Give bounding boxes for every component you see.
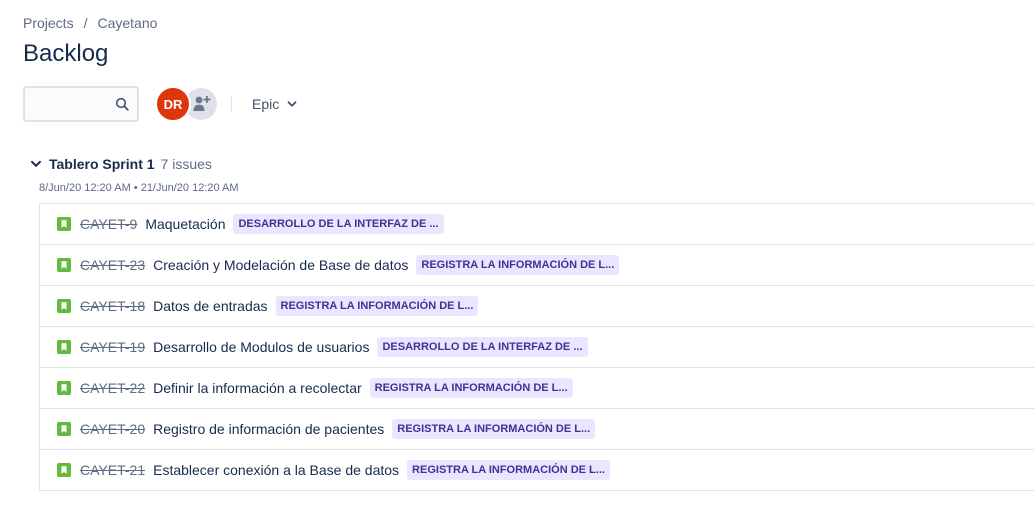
sprint-name: Tablero Sprint 1 — [49, 156, 155, 172]
issue-key[interactable]: CAYET-9 — [80, 216, 137, 232]
epic-lozenge[interactable]: REGISTRA LA INFORMACIÓN DE L... — [275, 296, 479, 316]
search-box[interactable] — [23, 86, 139, 122]
backlog-page: Projects / Cayetano Backlog DR Epic Tabl… — [0, 0, 1034, 505]
epic-lozenge[interactable]: DESARROLLO DE LA INTERFAZ DE ... — [377, 337, 588, 357]
issue-list: CAYET-9 Maquetación DESARROLLO DE LA INTER… — [39, 203, 1034, 491]
issue-row[interactable]: CAYET-18 Datos de entradas REGISTRA LA INF… — [40, 286, 1034, 327]
chevron-down-icon[interactable] — [30, 158, 42, 170]
issue-row[interactable]: CAYET-20 Registro de información de pacie… — [40, 409, 1034, 450]
epic-filter-dropdown[interactable]: Epic — [244, 92, 305, 116]
epic-lozenge[interactable]: REGISTRA LA INFORMACIÓN DE L... — [416, 255, 620, 275]
issue-key[interactable]: CAYET-22 — [80, 380, 145, 396]
story-icon — [57, 299, 71, 313]
story-icon — [57, 217, 71, 231]
issue-summary: Definir la información a recolectar — [153, 380, 362, 396]
issue-key[interactable]: CAYET-20 — [80, 421, 145, 437]
issue-key[interactable]: CAYET-18 — [80, 298, 145, 314]
issue-summary: Creación y Modelación de Base de datos — [153, 257, 409, 273]
issue-key[interactable]: CAYET-19 — [80, 339, 145, 355]
story-icon — [57, 422, 71, 436]
issue-row[interactable]: CAYET-19 Desarrollo de Modulos de usuario… — [40, 327, 1034, 368]
sprint-issue-count: 7 issues — [160, 156, 212, 172]
issue-summary: Establecer conexión a la Base de datos — [153, 462, 400, 478]
sprint-dates: 8/Jun/20 12:20 AM • 21/Jun/20 12:20 AM — [39, 182, 239, 194]
toolbar-divider — [231, 96, 232, 112]
epic-lozenge[interactable]: REGISTRA LA INFORMACIÓN DE L... — [369, 378, 573, 398]
toolbar: DR Epic — [23, 84, 305, 124]
breadcrumb: Projects / Cayetano — [23, 15, 157, 31]
breadcrumb-projects[interactable]: Projects — [23, 15, 74, 31]
epic-lozenge[interactable]: REGISTRA LA INFORMACIÓN DE L... — [407, 460, 610, 480]
issue-row[interactable]: CAYET-22 Definir la información a recolec… — [40, 368, 1034, 409]
issue-row[interactable]: CAYET-23 Creación y Modelación de Base de… — [40, 245, 1034, 286]
story-icon — [57, 381, 71, 395]
avatar-group: DR — [155, 86, 217, 122]
issue-key[interactable]: CAYET-21 — [80, 462, 145, 478]
epic-filter-label: Epic — [252, 96, 280, 112]
story-icon — [57, 340, 71, 354]
page-title: Backlog — [23, 40, 109, 67]
epic-lozenge[interactable]: REGISTRA LA INFORMACIÓN DE L... — [392, 419, 596, 439]
search-icon[interactable] — [115, 97, 129, 111]
issue-summary: Maquetación — [145, 216, 226, 232]
chevron-down-icon — [287, 101, 297, 107]
issue-key[interactable]: CAYET-23 — [80, 257, 145, 273]
story-icon — [57, 258, 71, 272]
issue-summary: Registro de información de pacientes — [153, 421, 385, 437]
issue-row[interactable]: CAYET-9 Maquetación DESARROLLO DE LA INTER… — [40, 204, 1034, 245]
breadcrumb-project[interactable]: Cayetano — [97, 15, 157, 31]
issue-summary: Desarrollo de Modulos de usuarios — [153, 339, 370, 355]
sprint-header[interactable]: Tablero Sprint 1 7 issues — [30, 156, 212, 172]
issue-row[interactable]: CAYET-21 Establecer conexión a la Base de… — [40, 450, 1034, 490]
story-icon — [57, 463, 71, 477]
breadcrumb-separator: / — [83, 15, 88, 31]
avatar[interactable]: DR — [155, 86, 191, 122]
add-person-icon — [193, 96, 211, 111]
epic-lozenge[interactable]: DESARROLLO DE LA INTERFAZ DE ... — [233, 214, 444, 234]
issue-summary: Datos de entradas — [153, 298, 268, 314]
